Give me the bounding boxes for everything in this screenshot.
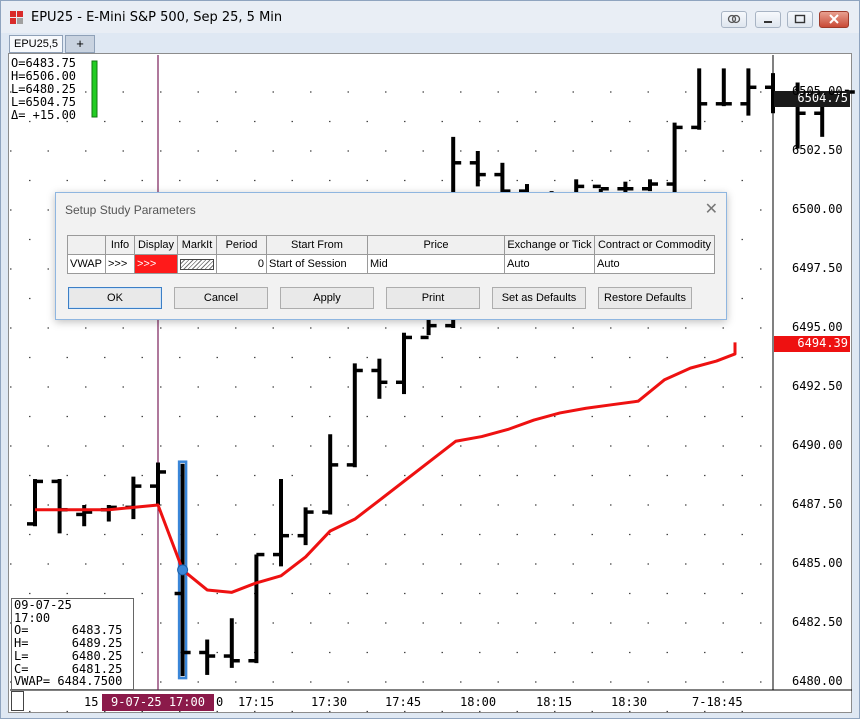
markit-cell[interactable] (177, 254, 217, 274)
vwap-price-tag: 6494.39 (774, 336, 850, 352)
set-as-defaults-button[interactable]: Set as Defaults (492, 287, 586, 309)
col-price: Price (367, 235, 505, 255)
vwap-line (35, 342, 737, 594)
setup-study-dialog: Setup Study Parameters ✕ Info Display Ma… (55, 192, 727, 320)
y-tick-label: 6487.50 (792, 497, 843, 511)
period-cell[interactable]: 0 (216, 254, 267, 274)
time-cursor-label: 9-07-25 17:00 (102, 694, 214, 711)
x-tick-label: 17:15 (238, 695, 275, 709)
y-tick-label: 6480.00 (792, 674, 843, 688)
y-tick-label: 6482.50 (792, 615, 843, 629)
study-name: VWAP (67, 254, 106, 274)
delta-gauge (91, 60, 98, 118)
y-tick-label: 6505.00 (792, 84, 843, 98)
x-tick-label: 15 (84, 695, 99, 709)
col-start-from: Start From (266, 235, 368, 255)
bar-high: H= 6489.25 (14, 636, 123, 651)
col-contract: Contract or Commodity (594, 235, 715, 255)
vwap-cursor-marker (177, 564, 189, 576)
col-markit: MarkIt (177, 235, 217, 255)
start-from-cell[interactable]: Start of Session (266, 254, 368, 274)
apply-button[interactable]: Apply (280, 287, 374, 309)
dialog-close-icon[interactable]: ✕ (705, 199, 718, 219)
print-button[interactable]: Print (386, 287, 480, 309)
cancel-button[interactable]: Cancel (174, 287, 268, 309)
y-tick-label: 6492.50 (792, 379, 843, 393)
info-cell[interactable]: >>> (105, 254, 135, 274)
dialog-title: Setup Study Parameters (65, 203, 196, 217)
ohlc-readout: O=6483.75 H=6506.00 L=6480.25 L=6504.75 Δ= +… (11, 57, 76, 122)
x-tick-label: 18:00 (460, 695, 497, 709)
col-info: Info (105, 235, 135, 255)
contract-cell[interactable]: Auto (594, 254, 715, 274)
ok-button[interactable]: OK (68, 287, 162, 309)
bar-low: L= 6480.25 (14, 648, 123, 663)
markit-swatch (180, 258, 214, 270)
bar-info-box: 09-07-25 17:00 O= 6483.75 H= 6489.25 L= 6480… (11, 598, 134, 690)
params-header-row: Info Display MarkIt Period Start From Pr… (67, 235, 715, 255)
x-tick-label: 0 (216, 695, 224, 709)
y-tick-label: 6500.00 (792, 202, 843, 216)
col-study (67, 235, 106, 255)
bar-date: 09-07-25 (14, 598, 72, 612)
study-params-table: Info Display MarkIt Period Start From Pr… (67, 235, 715, 274)
x-tick-label: 7-18:45 (692, 695, 743, 709)
readout-delta: Δ= +15.00 (11, 108, 77, 122)
exchange-cell[interactable]: Auto (504, 254, 595, 274)
bar-vwap: VWAP= 6484.7500 (14, 674, 123, 689)
col-period: Period (216, 235, 267, 255)
col-display: Display (134, 235, 178, 255)
restore-defaults-button[interactable]: Restore Defaults (598, 287, 692, 309)
col-exchange: Exchange or Tick (504, 235, 595, 255)
display-color-cell[interactable]: >>> (134, 254, 178, 274)
y-tick-label: 6502.50 (792, 143, 843, 157)
x-tick-label: 17:45 (385, 695, 422, 709)
params-vwap-row: VWAP >>> >>> 0 Start of Session Mid Auto… (67, 254, 715, 274)
time-scroll-handle[interactable] (11, 691, 24, 711)
y-tick-label: 6495.00 (792, 320, 843, 334)
x-tick-label: 18:15 (536, 695, 573, 709)
x-tick-label: 17:30 (311, 695, 348, 709)
y-tick-label: 6497.50 (792, 261, 843, 275)
y-tick-label: 6485.00 (792, 556, 843, 570)
x-tick-label: 18:30 (611, 695, 648, 709)
y-tick-label: 6490.00 (792, 438, 843, 452)
price-cell[interactable]: Mid (367, 254, 505, 274)
